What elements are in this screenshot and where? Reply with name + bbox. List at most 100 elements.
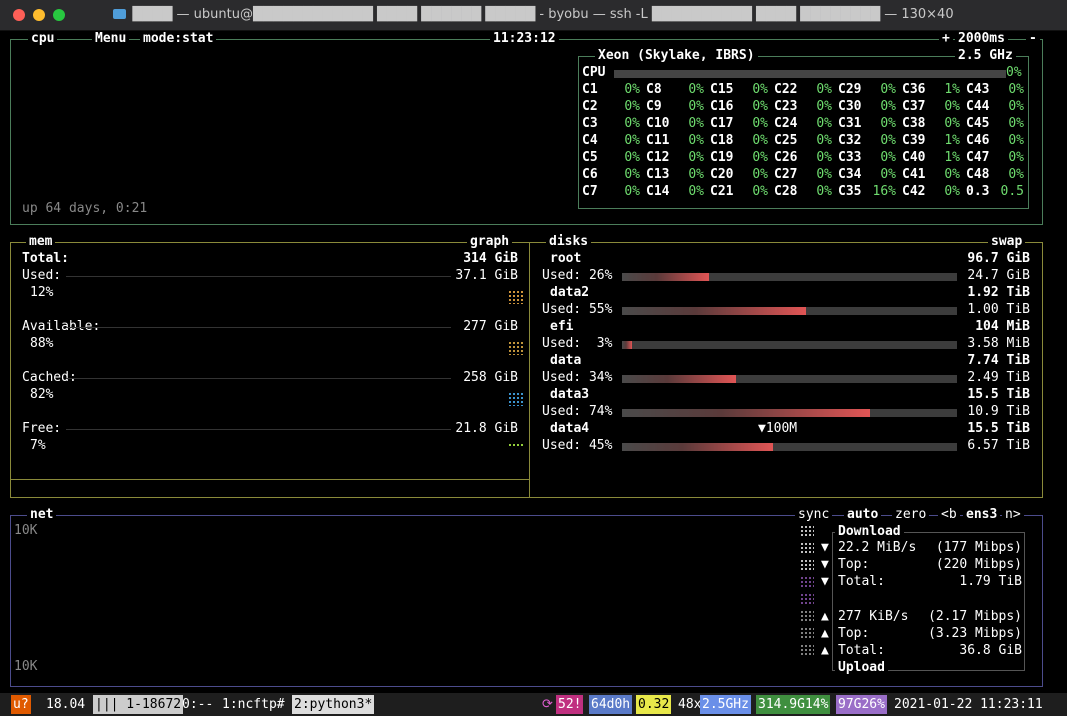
- cpu-core-pct: 0%: [816, 99, 832, 114]
- menu-button[interactable]: Menu: [92, 31, 130, 46]
- net-next-interface-button[interactable]: n>: [1002, 507, 1024, 522]
- mem-graph-dots: [508, 341, 524, 355]
- net-scale-top: 10K: [14, 523, 38, 538]
- interval-plus-button[interactable]: +: [939, 31, 953, 46]
- cpu-core-name: C6: [582, 167, 598, 182]
- cpu-core-name: C3: [582, 116, 598, 131]
- cpu-core-pct: 0%: [624, 116, 640, 131]
- mem-divider: [11, 479, 529, 480]
- net-stat-label: Total:: [838, 574, 885, 589]
- cpu-core-name: C36: [902, 82, 926, 97]
- mem-graph-dots: [508, 392, 524, 406]
- disk-name: data4: [550, 421, 590, 436]
- cpu-core-name: C27: [774, 167, 798, 182]
- cpu-core-pct: 0%: [1008, 167, 1024, 182]
- cpu-core-name: C8: [646, 82, 662, 97]
- net-arrow-icon: ▲: [821, 609, 829, 624]
- disk-name: efi: [550, 319, 574, 334]
- mem-row-label: Used:: [22, 268, 62, 283]
- cpu-core-name: C37: [902, 99, 926, 114]
- release-version: 18.04: [46, 697, 86, 712]
- cpu-core-pct: 0%: [1008, 133, 1024, 148]
- mem-row-value: 37.1 GiB: [455, 268, 518, 283]
- cpu-core-pct: 0%: [752, 150, 768, 165]
- cpu-core-name: 0.3: [966, 184, 990, 199]
- net-arrow-icon: ▼: [821, 540, 829, 555]
- mode-toggle[interactable]: mode:stat: [140, 31, 217, 46]
- disk-name: root: [550, 251, 582, 266]
- cpu-core-pct: 0%: [624, 184, 640, 199]
- mem-row-line: [66, 327, 451, 328]
- disk-usage: 97G26%: [836, 695, 887, 714]
- cpu-core-pct: 0%: [816, 82, 832, 97]
- swap-toggle[interactable]: swap: [988, 234, 1026, 249]
- window-title: ████ — ubuntu@████████████ ████ ██████ █…: [0, 7, 1067, 22]
- net-stat-value: (2.17 Mibps): [928, 609, 1022, 624]
- cpu-core-name: C43: [966, 82, 990, 97]
- disk-used-label: Used: 34%: [542, 370, 613, 385]
- disk-total: 7.74 TiB: [967, 353, 1030, 368]
- cpu-core-name: C19: [710, 150, 734, 165]
- net-stat-label: 22.2 MiB/s: [838, 540, 917, 555]
- net-prev-interface-button[interactable]: <b: [938, 507, 960, 522]
- cpu-core-pct: 0%: [1008, 150, 1024, 165]
- cpu-core-pct: 0%: [688, 133, 704, 148]
- cpu-core-name: C1: [582, 82, 598, 97]
- cpu-core-name: C30: [838, 99, 862, 114]
- cpu-core-name: C47: [966, 150, 990, 165]
- cpu-core-name: C33: [838, 150, 862, 165]
- cpu-core-name: C18: [710, 133, 734, 148]
- cpu-core-name: C41: [902, 167, 926, 182]
- cpu-core-name: C26: [774, 150, 798, 165]
- cpu-core-pct: 0%: [1008, 99, 1024, 114]
- disk-free: 24.7 GiB: [967, 268, 1030, 283]
- uptime: up 64 days, 0:21: [22, 201, 148, 216]
- mem-row-pct: 88%: [30, 336, 54, 351]
- disks-label: disks: [546, 234, 592, 249]
- cpu-core-name: C29: [838, 82, 862, 97]
- net-graph-dot-column: [800, 576, 814, 588]
- cpu-core-pct: 0%: [624, 82, 640, 97]
- terminal-area[interactable]: cpu Menu mode:stat 11:23:12 + 2000ms - u…: [0, 31, 1067, 693]
- cpu-core-pct: 0%: [752, 167, 768, 182]
- cpu-core-pct: 0%: [880, 82, 896, 97]
- window-tab-1[interactable]: 1:ncftp#: [220, 695, 287, 714]
- cpu-core-pct: 0%: [816, 184, 832, 199]
- cpu-core-pct: 1%: [944, 150, 960, 165]
- disk-usage-fill: [622, 341, 632, 349]
- cpu-core-pct: 0%: [752, 82, 768, 97]
- mem-graph-toggle[interactable]: graph: [467, 234, 513, 249]
- cpu-core-pct: 0%: [688, 99, 704, 114]
- disk-io-marker: ▼100M: [758, 421, 798, 436]
- window-tab-0[interactable]: 0:--: [180, 695, 223, 714]
- window-tab-2-active[interactable]: 2:python3*: [292, 695, 375, 714]
- net-zero-toggle[interactable]: zero: [892, 507, 930, 522]
- net-arrow-icon: ▲: [821, 626, 829, 641]
- disk-total: 104 MiB: [975, 319, 1030, 334]
- cpu-core-name: C23: [774, 99, 798, 114]
- cpu-total-label: CPU: [582, 65, 606, 80]
- cpu-core-name: C39: [902, 133, 926, 148]
- disk-total: 1.92 TiB: [967, 285, 1030, 300]
- net-stat-label: 277 KiB/s: [838, 609, 909, 624]
- cpu-core-name: C22: [774, 82, 798, 97]
- cpu-core-name: C15: [710, 82, 734, 97]
- cpu-model: Xeon (Skylake, IBRS): [595, 48, 758, 63]
- mem-total-value: 314 GiB: [463, 251, 518, 266]
- net-stat-value: 1.79 TiB: [959, 574, 1022, 589]
- net-auto-toggle[interactable]: auto: [844, 507, 882, 522]
- mem-row-line: [66, 378, 451, 379]
- net-graph-dot-column: [800, 525, 814, 537]
- upload-title: Upload: [835, 660, 888, 675]
- net-sync-toggle[interactable]: sync: [795, 507, 833, 522]
- cpu-frequency: 2.5 GHz: [955, 48, 1016, 63]
- byobu-logo-icon[interactable]: u?: [11, 695, 31, 714]
- disk-free: 3.58 MiB: [967, 336, 1030, 351]
- disk-total: 15.5 TiB: [967, 387, 1030, 402]
- cpu-core-name: C31: [838, 116, 862, 131]
- cpu-core-pct: 0%: [816, 116, 832, 131]
- cpu-core-pct: 0%: [944, 116, 960, 131]
- interval-minus-button[interactable]: -: [1026, 31, 1040, 46]
- cpu-core-name: C48: [966, 167, 990, 182]
- cpu-core-pct: 0%: [880, 150, 896, 165]
